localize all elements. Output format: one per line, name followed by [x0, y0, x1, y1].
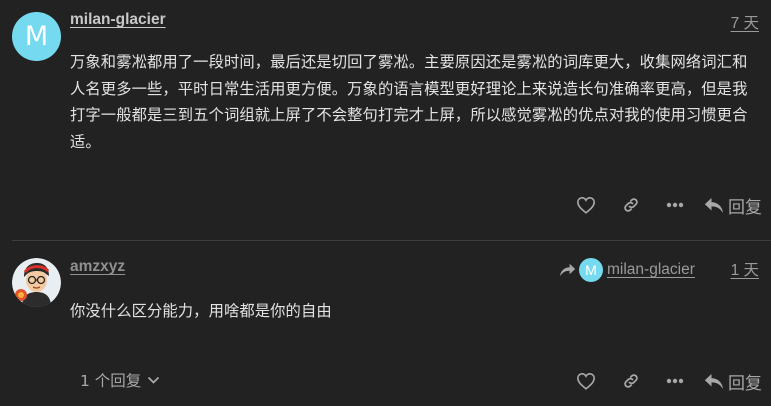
- reply-arrow-icon: [704, 197, 724, 213]
- avatar-letter: M: [24, 21, 49, 52]
- post-actions: 回复: [571, 190, 771, 220]
- post-1: M milan-glacier 7 天 万象和雾凇都用了一段时间，最后还是切回了…: [0, 0, 771, 240]
- post-2: amzxyz M milan-glacier 1 天 你没什么区分能力，用啥都是…: [0, 241, 771, 406]
- reply-button[interactable]: 回复: [704, 193, 771, 218]
- show-replies-button[interactable]: 1 个回复: [80, 369, 160, 391]
- replies-count: 1 个回复: [80, 372, 142, 390]
- copy-link-button[interactable]: [616, 196, 646, 214]
- heart-icon: [576, 372, 596, 390]
- like-button[interactable]: [571, 372, 601, 390]
- post-date[interactable]: 1 天: [731, 258, 759, 280]
- post-body: 你没什么区分能力，用啥都是你的自由: [70, 302, 332, 320]
- post-actions: 回复: [571, 366, 771, 396]
- link-icon: [624, 198, 638, 212]
- more-button[interactable]: [660, 378, 690, 384]
- reply-to-indicator[interactable]: M milan-glacier: [559, 258, 695, 282]
- reply-arrow-icon: [704, 373, 724, 389]
- reply-label: 回复: [728, 373, 762, 394]
- more-button[interactable]: [660, 202, 690, 208]
- reply-arrow-icon: [559, 263, 576, 277]
- post-date[interactable]: 7 天: [731, 11, 759, 33]
- username-link[interactable]: amzxyz: [70, 258, 125, 276]
- avatar[interactable]: M: [12, 12, 61, 61]
- ellipsis-icon: [666, 202, 684, 208]
- avatar[interactable]: [12, 258, 61, 307]
- cartoon-avatar-icon: [12, 258, 61, 307]
- reply-label: 回复: [728, 197, 762, 218]
- reply-to-username[interactable]: milan-glacier: [607, 261, 695, 279]
- post-body: 万象和雾凇都用了一段时间，最后还是切回了雾凇。主要原因还是雾凇的词库更大，收集网…: [70, 53, 748, 152]
- ellipsis-icon: [666, 378, 684, 384]
- copy-link-button[interactable]: [616, 372, 646, 390]
- reply-to-avatar: M: [579, 258, 603, 282]
- heart-icon: [576, 196, 596, 214]
- username-link[interactable]: milan-glacier: [70, 11, 166, 29]
- reply-button[interactable]: 回复: [704, 369, 771, 394]
- chevron-down-icon: [148, 376, 160, 384]
- link-icon: [624, 374, 638, 388]
- like-button[interactable]: [571, 196, 601, 214]
